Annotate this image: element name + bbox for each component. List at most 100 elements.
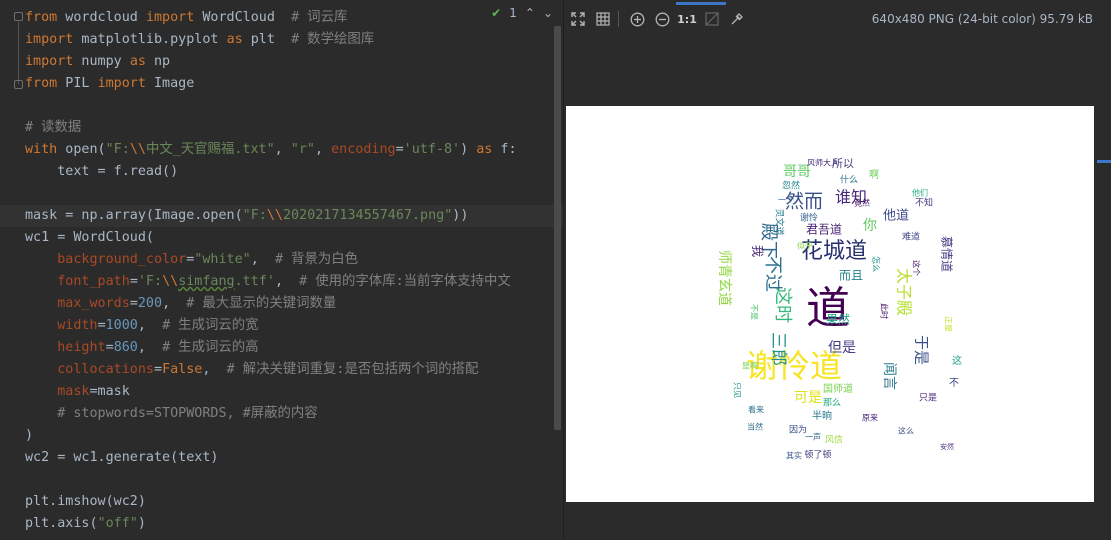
wordcloud-word: 难道 — [902, 231, 920, 243]
wordcloud-word: 谢怜 — [800, 212, 818, 224]
code-line[interactable]: plt.axis("off") — [25, 513, 517, 535]
code-line[interactable]: with open("F:\\中文_天官赐福.txt", "r", encodi… — [25, 139, 517, 161]
code-line[interactable]: max_words=200, # 最大显示的关键词数量 — [25, 293, 517, 315]
code-token: "F: — [242, 208, 267, 223]
chevron-up-icon[interactable]: ⌃ — [525, 6, 535, 20]
code-token: # 解决关键词重复:是否包括两个词的搭配 — [226, 362, 479, 377]
code-token: = — [154, 362, 163, 377]
code-line[interactable]: wc1 = WordCloud( — [25, 227, 517, 249]
wordcloud-word: 于是 — [913, 335, 931, 365]
code-token: = — [129, 296, 138, 311]
wordcloud-word: 只是 — [919, 393, 937, 404]
code-token: = — [97, 318, 106, 333]
code-line[interactable]: background_color="white", # 背景为白色 — [25, 249, 517, 271]
code-text[interactable]: from wordcloud import WordCloud # 词云库 imp… — [25, 7, 517, 535]
code-token: width — [57, 318, 98, 333]
color-picker-icon[interactable] — [726, 8, 748, 30]
wordcloud-word: 风信 — [825, 434, 843, 446]
code-line[interactable]: height=860, # 生成词云的高 — [25, 337, 517, 359]
code-token: = — [105, 340, 114, 355]
code-token: as — [129, 54, 146, 69]
code-token: WordCloud — [194, 10, 292, 25]
code-line[interactable] — [25, 183, 517, 205]
code-token: encoding — [331, 142, 396, 157]
code-token: = — [395, 142, 404, 157]
wordcloud-word: 顿了顿 — [804, 449, 831, 461]
wordcloud-word: 其实 — [786, 451, 802, 461]
code-token: mask — [57, 384, 90, 399]
code-token: 1000 — [105, 318, 138, 333]
wordcloud-word: 此时 — [880, 303, 890, 319]
code-token: # 数学绘图库 — [291, 32, 375, 47]
fold-marker[interactable] — [14, 80, 23, 89]
code-token: # 背景为白色 — [274, 252, 359, 267]
code-token: , — [137, 318, 163, 333]
code-token: \\ — [129, 142, 146, 157]
code-line[interactable]: from wordcloud import WordCloud # 词云库 — [25, 7, 517, 29]
grid-icon[interactable] — [592, 8, 614, 30]
image-canvas[interactable]: 道谢怜道 花城道 然而 不过 这时 殿下 谁知 太子殿 三郎 师青玄道 哥哥 君吾道 于是 闻言 但是 可是而… — [566, 106, 1094, 502]
code-line[interactable]: # 读数据 — [25, 117, 517, 139]
code-token: mask = np.array(Image.open( — [25, 208, 243, 223]
code-line[interactable]: collocations=False, # 解决关键词重复:是否包括两个词的搭配 — [25, 359, 517, 381]
code-token: matplotlib.pyplot — [73, 32, 227, 47]
code-line[interactable]: mask = np.array(Image.open("F:\\20202171… — [25, 205, 517, 227]
zoom-out-icon[interactable] — [651, 8, 673, 30]
code-line[interactable]: plt.imshow(wc2) — [25, 491, 517, 513]
chevron-down-icon[interactable]: ⌄ — [543, 6, 553, 20]
code-line[interactable]: import numpy as np — [25, 51, 517, 73]
code-token: , — [314, 142, 332, 157]
code-line[interactable] — [25, 95, 517, 117]
wordcloud-word: 灵文道 — [774, 208, 786, 235]
code-line[interactable]: text = f.read() — [25, 161, 517, 183]
image-viewer: 1:1 640x480 PNG (24-bit color) 95.79 kB … — [564, 0, 1111, 540]
fold-guide — [18, 22, 19, 84]
wordcloud-word: 不是 — [750, 304, 759, 320]
code-token: import — [25, 54, 74, 69]
code-token: \\ — [266, 208, 283, 223]
code-line[interactable]: font_path='F:\\simfang.ttf', # 使用的字体库:当前… — [25, 271, 517, 293]
wordcloud-word: 安然 — [940, 442, 954, 451]
code-token: import — [145, 10, 195, 25]
editor-scrollbar[interactable] — [554, 26, 561, 430]
code-line[interactable]: ) — [25, 425, 517, 447]
inspection-widget[interactable]: ✔ 1 ⌃ ⌄ — [491, 6, 553, 20]
fold-marker[interactable] — [14, 12, 23, 21]
code-token: import — [25, 32, 74, 47]
code-line[interactable] — [25, 469, 517, 491]
wordcloud-word: 不知 — [915, 197, 933, 209]
background-toggle-icon[interactable] — [701, 8, 723, 30]
code-token: )) — [452, 208, 469, 223]
code-line[interactable]: mask=mask — [25, 381, 517, 403]
code-token: # 使用的字体库:当前字体支持中文 — [299, 274, 511, 289]
wordcloud-word: 但是 — [828, 340, 856, 356]
code-token: plt.imshow(wc2) — [25, 494, 146, 509]
code-token: as — [476, 142, 493, 157]
code-token: with — [25, 142, 58, 157]
code-token: .ttf' — [234, 274, 275, 289]
code-token: # 最大显示的关键词数量 — [186, 296, 337, 311]
code-token: height — [57, 340, 106, 355]
code-token: as — [226, 32, 243, 47]
code-line[interactable]: # stopwords=STOPWORDS, #屏蔽的内容 — [25, 403, 517, 425]
wordcloud-word: 闻言 — [881, 362, 897, 390]
wordcloud-word: 风师大人 — [807, 158, 839, 168]
code-line[interactable]: wc2 = wc1.generate(text) — [25, 447, 517, 469]
code-line[interactable]: width=1000, # 生成词云的宽 — [25, 315, 517, 337]
code-token: 200 — [137, 296, 163, 311]
code-token: # stopwords=STOPWORDS, #屏蔽的内容 — [25, 406, 318, 421]
code-line[interactable]: from PIL import Image — [25, 73, 517, 95]
code-token: , — [274, 142, 291, 157]
code-editor[interactable]: from wordcloud import WordCloud # 词云库 imp… — [0, 0, 563, 540]
code-token: 'utf-8' — [403, 142, 461, 157]
actual-size-button[interactable]: 1:1 — [676, 8, 698, 30]
checkmark-icon: ✔ — [491, 6, 502, 20]
fit-to-window-icon[interactable] — [567, 8, 589, 30]
zoom-in-icon[interactable] — [626, 8, 648, 30]
code-line[interactable]: import matplotlib.pyplot as plt # 数学绘图库 — [25, 29, 517, 51]
code-token: f: — [492, 142, 517, 157]
code-token: , — [202, 362, 227, 377]
